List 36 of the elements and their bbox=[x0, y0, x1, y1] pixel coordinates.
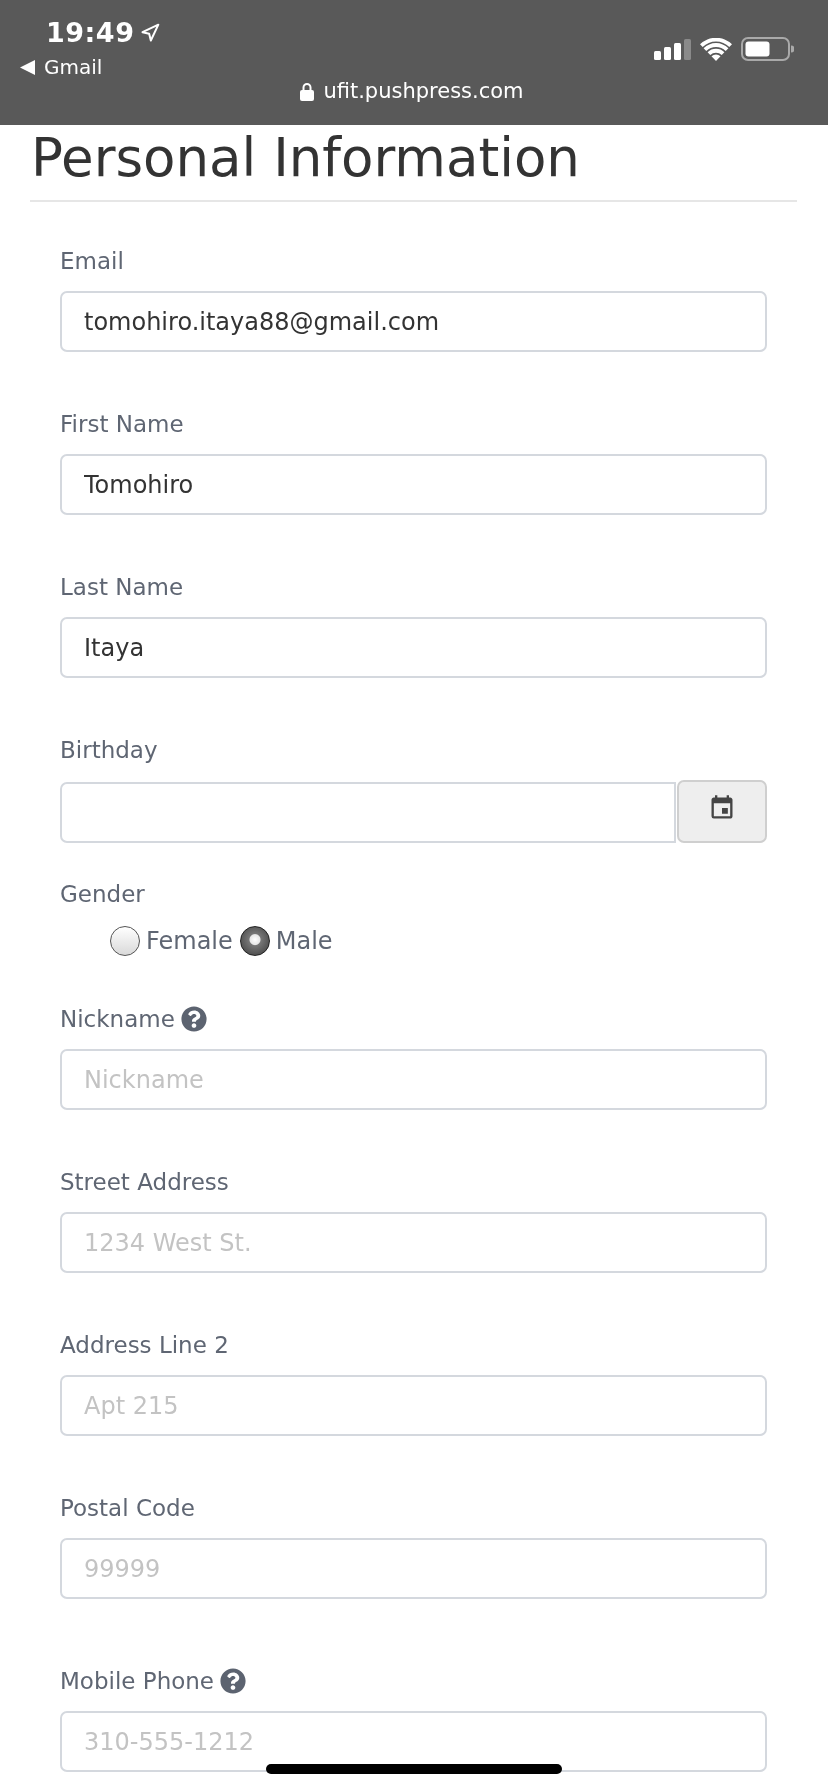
battery-icon bbox=[741, 37, 794, 61]
radio-button[interactable] bbox=[239, 926, 270, 956]
back-triangle-icon[interactable] bbox=[20, 59, 35, 75]
field-label: Birthday bbox=[60, 736, 158, 765]
status-time: 19:49 bbox=[46, 16, 135, 50]
input-field[interactable]: Itaya bbox=[60, 617, 767, 678]
radio-button[interactable] bbox=[110, 926, 140, 956]
field-label: Mobile Phone bbox=[60, 1667, 214, 1696]
input-field[interactable]: Apt 215 bbox=[60, 1375, 767, 1436]
location-arrow-icon bbox=[140, 23, 161, 43]
field-label: Email bbox=[60, 247, 124, 276]
field-label: Street Address bbox=[60, 1168, 229, 1197]
page-title: Personal Information bbox=[31, 126, 581, 190]
radio-label[interactable]: Female bbox=[146, 924, 233, 958]
input-field[interactable]: 310-555-1212 bbox=[60, 1711, 767, 1772]
wifi-icon bbox=[700, 37, 732, 61]
calendar-button[interactable] bbox=[677, 780, 767, 843]
radio-label[interactable]: Male bbox=[275, 924, 333, 958]
url-text[interactable]: ufit.pushpress.com bbox=[323, 78, 524, 104]
signal-icon bbox=[654, 38, 691, 60]
input-field[interactable]: tomohiro.itaya88@gmail.com bbox=[60, 291, 767, 352]
lock-icon bbox=[300, 81, 315, 101]
input-field[interactable]: 1234 West St. bbox=[60, 1212, 767, 1273]
input-field[interactable]: 99999 bbox=[60, 1538, 767, 1599]
date-field[interactable] bbox=[60, 782, 676, 843]
field-label: Last Name bbox=[60, 573, 184, 602]
field-label: Address Line 2 bbox=[60, 1331, 229, 1360]
help-icon[interactable] bbox=[180, 1006, 207, 1032]
input-field[interactable]: Nickname bbox=[60, 1049, 767, 1110]
field-label: Nickname bbox=[60, 1005, 175, 1034]
field-label: Gender bbox=[60, 880, 145, 909]
field-label: First Name bbox=[60, 410, 184, 439]
input-field[interactable]: Tomohiro bbox=[60, 454, 767, 515]
help-icon[interactable] bbox=[220, 1668, 246, 1694]
field-label: Postal Code bbox=[60, 1494, 195, 1523]
back-app-link[interactable]: Gmail bbox=[44, 54, 103, 80]
